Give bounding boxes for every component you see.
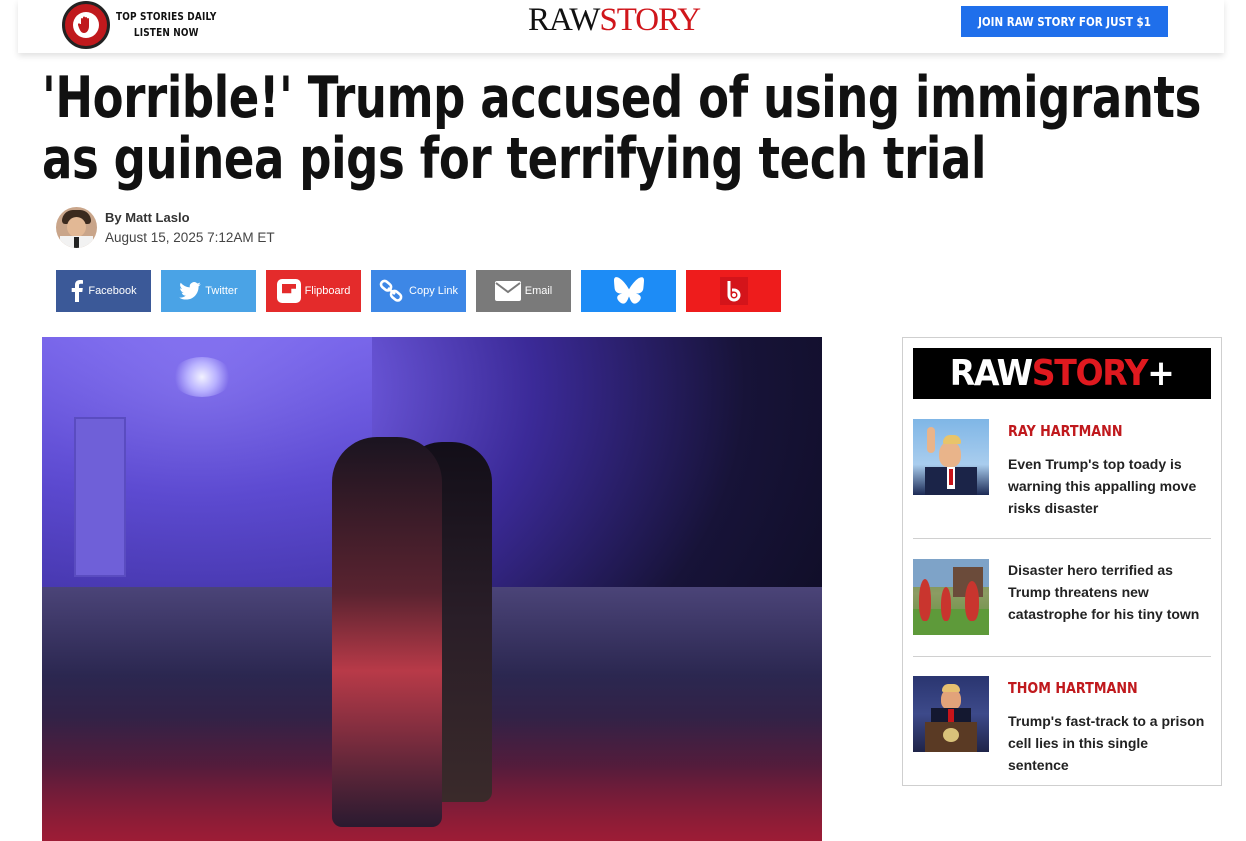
share-flipboard-button[interactable]: Flipboard [266,270,361,312]
podcast-logo-icon [62,1,110,49]
twitter-bird-icon [179,282,202,300]
sidebar-story[interactable]: THOM HARTMANN Trump's fast-track to a pr… [913,676,1211,781]
site-logo[interactable]: RAWSTORY [528,2,701,39]
share-email-button[interactable]: Email [476,270,571,312]
divider [913,656,1211,657]
facebook-label: Facebook [88,285,137,297]
story-thumbnail[interactable] [913,419,989,495]
wall-light [172,357,232,397]
author-avatar[interactable] [56,207,97,248]
logo-story: STORY [599,2,701,38]
story-title[interactable]: Even Trump's top toady is warning this a… [1008,453,1208,519]
share-bluesky-button[interactable] [581,270,676,312]
story-thumbnail[interactable] [913,559,989,635]
byline: By Matt Laslo August 15, 2025 7:12AM ET [56,207,275,248]
headline-line-2: as guinea pigs for terrifying tech trial [42,126,987,192]
share-beehiiv-button[interactable] [686,270,781,312]
banner-raw: RAW [950,353,1033,394]
site-header: TOP STORIES DAILY LISTEN NOW RAWSTORY JO… [18,0,1224,53]
share-copy-link-button[interactable]: Copy Link [371,270,466,312]
article-hero-image [42,337,822,841]
divider [913,538,1211,539]
flipboard-icon [276,279,301,303]
podcast-line2: LISTEN NOW [133,27,199,39]
story-thumbnail[interactable] [913,676,989,752]
email-label: Email [524,285,553,297]
story-title[interactable]: Trump's fast-track to a prison cell lies… [1008,710,1208,776]
share-facebook-button[interactable]: Facebook [56,270,151,312]
article-headline: 'Horrible!' Trump accused of using immig… [42,65,1202,192]
story-title[interactable]: Disaster hero terrified as Trump threate… [1008,559,1208,625]
story-author[interactable]: RAY HARTMANN [1008,422,1123,440]
banner-plus: + [1147,353,1176,394]
banner-story: STORY [1032,353,1149,394]
podcast-promo[interactable]: TOP STORIES DAILY LISTEN NOW [62,1,234,49]
sidebar-story[interactable]: RAY HARTMANN Even Trump's top toady is w… [913,419,1211,524]
story-author[interactable]: THOM HARTMANN [1008,679,1138,697]
join-button-label: JOIN RAW STORY FOR JUST $1 [978,14,1151,29]
podcast-label: TOP STORIES DAILY LISTEN NOW [116,9,217,41]
rawstory-plus-sidebar: RAWSTORY+ RAY HARTMANN Even Trump's top … [902,337,1222,786]
headline-line-1: 'Horrible!' Trump accused of using immig… [42,65,1202,131]
building-door [74,417,126,577]
rawstory-plus-banner[interactable]: RAWSTORY+ [913,348,1211,399]
sidebar-story[interactable]: Disaster hero terrified as Trump threate… [913,559,1211,641]
podcast-line1: TOP STORIES DAILY [116,11,217,23]
logo-raw: RAW [528,2,600,38]
share-twitter-button[interactable]: Twitter [161,270,256,312]
copy-link-label: Copy Link [409,285,458,297]
link-icon [379,279,403,302]
email-icon [494,281,521,301]
flipboard-label: Flipboard [304,285,351,297]
agent-figure [332,437,442,827]
publish-date: August 15, 2025 7:12AM ET [105,229,275,245]
twitter-label: Twitter [205,285,238,297]
bluesky-butterfly-icon [613,277,644,304]
facebook-icon [72,280,84,302]
beehiiv-icon [719,277,748,305]
author-name[interactable]: By Matt Laslo [105,208,275,228]
join-button[interactable]: JOIN RAW STORY FOR JUST $1 [961,6,1168,37]
